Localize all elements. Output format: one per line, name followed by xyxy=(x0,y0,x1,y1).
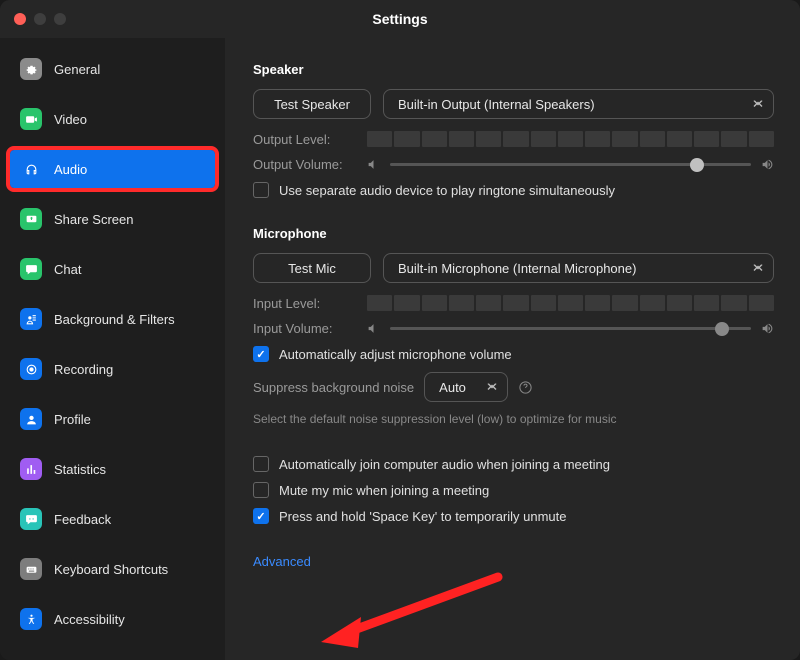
sidebar-item-label: Share Screen xyxy=(54,212,134,227)
annotation-arrow xyxy=(313,562,513,660)
sidebar-item-label: Background & Filters xyxy=(54,312,175,327)
sidebar-item-recording[interactable]: Recording xyxy=(10,350,215,388)
sidebar-item-general[interactable]: General xyxy=(10,50,215,88)
speaker-low-icon xyxy=(367,158,380,171)
window-title: Settings xyxy=(372,11,427,27)
chevron-down-icon xyxy=(487,380,497,395)
ringtone-checkbox[interactable] xyxy=(253,182,269,198)
speaker-section-title: Speaker xyxy=(253,62,774,77)
advanced-link[interactable]: Advanced xyxy=(253,554,311,569)
sidebar-item-feedback[interactable]: Feedback xyxy=(10,500,215,538)
accessibility-icon xyxy=(20,608,42,630)
suppress-noise-hint: Select the default noise suppression lev… xyxy=(253,412,774,426)
auto-join-audio-checkbox[interactable] xyxy=(253,456,269,472)
minimize-window-button[interactable] xyxy=(34,13,46,25)
keyboard-icon xyxy=(20,558,42,580)
sidebar-item-label: Chat xyxy=(54,262,81,277)
sidebar-item-label: General xyxy=(54,62,100,77)
input-volume-thumb[interactable] xyxy=(715,322,729,336)
test-mic-button[interactable]: Test Mic xyxy=(253,253,371,283)
share-icon xyxy=(20,208,42,230)
sidebar-item-accessibility[interactable]: Accessibility xyxy=(10,600,215,638)
sidebar-item-keyboard-shortcuts[interactable]: Keyboard Shortcuts xyxy=(10,550,215,588)
sidebar-item-label: Recording xyxy=(54,362,113,377)
titlebar: Settings xyxy=(0,0,800,38)
mic-device-select[interactable]: Built-in Microphone (Internal Microphone… xyxy=(383,253,774,283)
speaker-high-icon xyxy=(761,158,774,171)
sidebar-item-statistics[interactable]: Statistics xyxy=(10,450,215,488)
sidebar-item-audio[interactable]: Audio xyxy=(10,150,215,188)
suppress-noise-label: Suppress background noise xyxy=(253,380,414,395)
chevron-down-icon xyxy=(753,261,763,276)
output-volume-thumb[interactable] xyxy=(690,158,704,172)
space-unmute-label: Press and hold 'Space Key' to temporaril… xyxy=(279,509,567,524)
sidebar-item-chat[interactable]: Chat xyxy=(10,250,215,288)
auto-adjust-mic-checkbox[interactable] xyxy=(253,346,269,362)
speaker-device-value: Built-in Output (Internal Speakers) xyxy=(398,97,595,112)
sidebar-item-profile[interactable]: Profile xyxy=(10,400,215,438)
suppress-noise-select[interactable]: Auto xyxy=(424,372,508,402)
video-icon xyxy=(20,108,42,130)
chat-icon xyxy=(20,258,42,280)
sidebar-item-label: Feedback xyxy=(54,512,111,527)
close-window-button[interactable] xyxy=(14,13,26,25)
mute-on-join-checkbox[interactable] xyxy=(253,482,269,498)
sidebar-item-share-screen[interactable]: Share Screen xyxy=(10,200,215,238)
speaker-high-icon xyxy=(761,322,774,335)
sidebar-item-background-filters[interactable]: Background & Filters xyxy=(10,300,215,338)
sidebar-item-label: Video xyxy=(54,112,87,127)
sidebar-item-label: Audio xyxy=(54,162,87,177)
ringtone-checkbox-label: Use separate audio device to play ringto… xyxy=(279,183,615,198)
speaker-low-icon xyxy=(367,322,380,335)
input-level-meter xyxy=(367,295,774,311)
settings-content: Speaker Test Speaker Built-in Output (In… xyxy=(225,38,800,660)
output-level-label: Output Level: xyxy=(253,132,353,147)
speaker-device-select[interactable]: Built-in Output (Internal Speakers) xyxy=(383,89,774,119)
sidebar-item-label: Profile xyxy=(54,412,91,427)
output-volume-label: Output Volume: xyxy=(253,157,353,172)
sidebar-item-label: Statistics xyxy=(54,462,106,477)
record-icon xyxy=(20,358,42,380)
sidebar-item-video[interactable]: Video xyxy=(10,100,215,138)
sidebar-item-label: Accessibility xyxy=(54,612,125,627)
mute-on-join-label: Mute my mic when joining a meeting xyxy=(279,483,489,498)
window-traffic-lights xyxy=(14,13,66,25)
suppress-noise-value: Auto xyxy=(439,380,466,395)
feedback-icon xyxy=(20,508,42,530)
maximize-window-button[interactable] xyxy=(54,13,66,25)
settings-sidebar: General Video Audio Share Screen Chat Backgro… xyxy=(0,38,225,660)
help-icon[interactable] xyxy=(518,380,533,395)
output-level-meter xyxy=(367,131,774,147)
profile-icon xyxy=(20,408,42,430)
input-volume-label: Input Volume: xyxy=(253,321,353,336)
gear-icon xyxy=(20,58,42,80)
output-volume-slider[interactable] xyxy=(390,163,751,166)
stats-icon xyxy=(20,458,42,480)
settings-window: Settings General Video Audio Share Screen Ch… xyxy=(0,0,800,660)
mic-device-value: Built-in Microphone (Internal Microphone… xyxy=(398,261,636,276)
chevron-down-icon xyxy=(753,97,763,112)
input-volume-slider[interactable] xyxy=(390,327,751,330)
input-level-label: Input Level: xyxy=(253,296,353,311)
microphone-section-title: Microphone xyxy=(253,226,774,241)
test-speaker-button[interactable]: Test Speaker xyxy=(253,89,371,119)
bg-icon xyxy=(20,308,42,330)
sidebar-item-label: Keyboard Shortcuts xyxy=(54,562,168,577)
auto-join-audio-label: Automatically join computer audio when j… xyxy=(279,457,610,472)
auto-adjust-mic-label: Automatically adjust microphone volume xyxy=(279,347,512,362)
headphones-icon xyxy=(20,158,42,180)
space-unmute-checkbox[interactable] xyxy=(253,508,269,524)
